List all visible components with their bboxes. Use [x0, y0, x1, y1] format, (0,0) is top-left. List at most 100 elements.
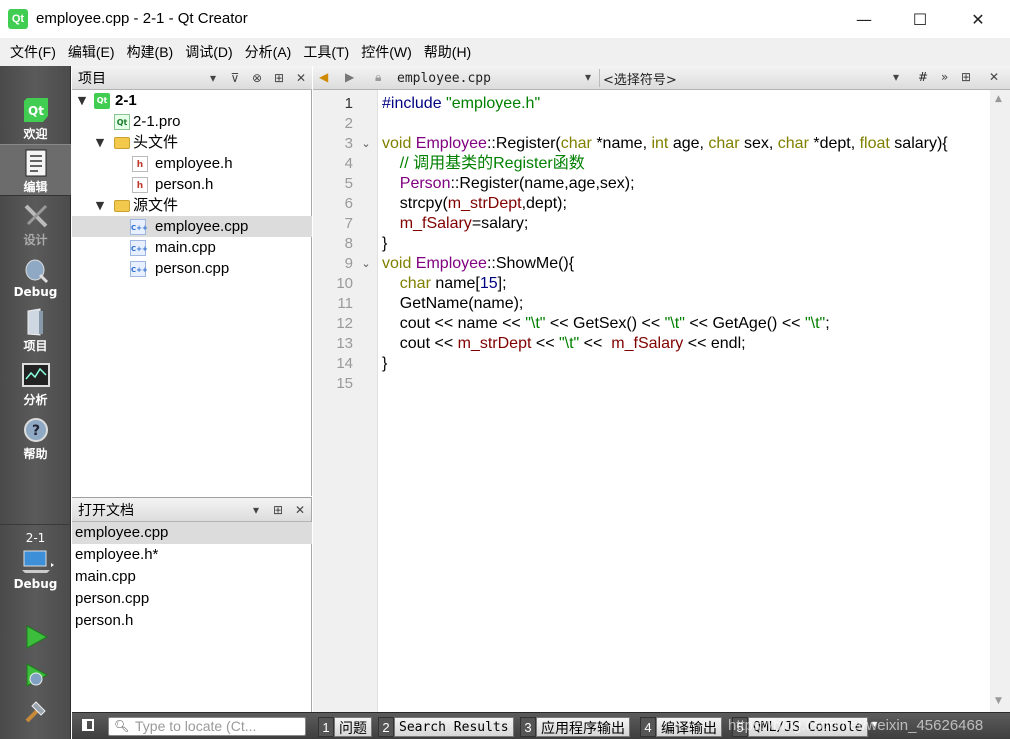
- open-doc-item[interactable]: main.cpp: [72, 566, 312, 588]
- expand-arrow-icon[interactable]: ▼: [76, 90, 88, 111]
- output-tab-issues[interactable]: 1 问题: [318, 717, 372, 737]
- menu-help[interactable]: 帮助(H): [418, 42, 477, 62]
- open-doc-item[interactable]: person.h: [72, 610, 312, 632]
- link-editor-icon[interactable]: ⊗: [246, 71, 268, 85]
- toggle-sidebar-icon[interactable]: [82, 719, 94, 731]
- split-icon[interactable]: ⊞: [268, 71, 290, 85]
- debug-bug-icon: [21, 256, 51, 284]
- code-token: "employee.h": [446, 95, 541, 112]
- code-token: Employee: [415, 135, 487, 152]
- back-arrow-icon[interactable]: ◀: [319, 70, 328, 84]
- code-line-10: char name[15];: [382, 274, 507, 294]
- tab-label: 问题: [334, 717, 372, 737]
- close-pane-icon[interactable]: ✕: [290, 71, 312, 85]
- line-number: 3: [344, 135, 353, 152]
- fold-marker-icon[interactable]: ⌄: [359, 254, 373, 274]
- close-button[interactable]: ✕: [950, 0, 1006, 38]
- tree-item-employee-h[interactable]: h employee.h: [72, 153, 312, 174]
- code-token: cout << name <<: [382, 315, 526, 332]
- expand-arrow-icon[interactable]: ▼: [94, 195, 106, 216]
- minimize-button[interactable]: —: [836, 0, 892, 38]
- tree-item-label: 2-1: [115, 92, 137, 109]
- maximize-button[interactable]: ☐: [892, 0, 948, 38]
- code-editor[interactable]: #include "employee.h" void Employee::Reg…: [379, 90, 989, 712]
- close-pane-icon[interactable]: ✕: [289, 503, 311, 517]
- open-doc-item[interactable]: employee.h*: [72, 544, 312, 566]
- tree-item-label: 2-1.pro: [133, 113, 181, 130]
- scroll-up-icon[interactable]: ▲: [995, 94, 1002, 104]
- run-icon[interactable]: [23, 624, 49, 650]
- forward-arrow-icon[interactable]: ▶: [345, 70, 354, 84]
- scroll-down-icon[interactable]: ▼: [995, 696, 1002, 706]
- code-line-7: m_fSalary=salary;: [382, 214, 529, 234]
- open-documents-pane: 打开文档 ▾ ⊞ ✕ employee.cpp employee.h* main…: [72, 497, 312, 712]
- tree-item-sources[interactable]: ▼ 源文件: [72, 195, 312, 216]
- code-line-12: cout << name << "\t" << GetSex() << "\t"…: [382, 314, 830, 334]
- menu-debug[interactable]: 调试(D): [179, 42, 238, 62]
- mode-projects[interactable]: 项目: [0, 304, 71, 356]
- locator-input[interactable]: 🔍︎ Type to locate (Ct...: [108, 717, 306, 736]
- hash-button[interactable]: #: [918, 70, 928, 84]
- mode-debug[interactable]: Debug: [0, 252, 71, 304]
- project-folder-icon: [21, 308, 51, 336]
- menu-widgets[interactable]: 控件(W): [355, 42, 418, 62]
- menu-analyze[interactable]: 分析(A): [239, 42, 298, 62]
- project-pane: 项目 ▾ ⊽ ⊗ ⊞ ✕ ▼ Qt 2-1 Qt 2-1.pro ▼ 头文件 h…: [72, 66, 312, 496]
- file-dropdown-icon[interactable]: ▾: [585, 70, 591, 84]
- editor-scrollbar[interactable]: ▲ ▼: [990, 90, 1010, 712]
- code-token: cout <<: [382, 335, 458, 352]
- mode-design[interactable]: 设计: [0, 198, 71, 250]
- output-tab-search-results[interactable]: 2 Search Results: [378, 717, 514, 737]
- output-tab-app-output[interactable]: 3 应用程序输出: [520, 717, 630, 737]
- more-icon[interactable]: »: [941, 70, 948, 84]
- open-doc-item[interactable]: employee.cpp: [72, 522, 312, 544]
- tree-item-project[interactable]: ▼ Qt 2-1: [72, 90, 312, 111]
- line-number: 14: [336, 355, 353, 372]
- cpp-file-icon: C++: [130, 240, 148, 256]
- tree-item-person-h[interactable]: h person.h: [72, 174, 312, 195]
- analyze-monitor-icon: [21, 362, 51, 390]
- view-dropdown-icon[interactable]: ▾: [245, 503, 267, 517]
- expand-arrow-icon[interactable]: ▼: [94, 132, 106, 153]
- close-editor-icon[interactable]: ✕: [989, 70, 999, 84]
- kit-selector[interactable]: 2-1 Debug: [0, 524, 71, 604]
- filter-icon[interactable]: ⊽: [224, 71, 246, 85]
- pro-file-icon: Qt: [114, 114, 130, 130]
- mode-analyze[interactable]: 分析: [0, 358, 71, 410]
- menu-file[interactable]: 文件(F): [4, 42, 62, 62]
- output-tab-compile-output[interactable]: 4 编译输出: [640, 717, 722, 737]
- fold-marker-icon[interactable]: ⌄: [359, 134, 373, 154]
- line-number: 4: [344, 155, 353, 172]
- code-token: "\t": [664, 315, 685, 332]
- tree-item-employee-cpp[interactable]: C++ employee.cpp: [72, 216, 312, 237]
- tree-item-headers[interactable]: ▼ 头文件: [72, 132, 312, 153]
- mode-label: 分析: [23, 393, 48, 407]
- code-line-13: cout << m_strDept << "\t" << m_fSalary <…: [382, 334, 746, 354]
- build-hammer-icon[interactable]: [23, 698, 49, 724]
- menu-build[interactable]: 构建(B): [121, 42, 180, 62]
- code-token: name[: [430, 275, 480, 292]
- tree-item-label: employee.h: [155, 155, 233, 172]
- tree-item-pro-file[interactable]: Qt 2-1.pro: [72, 111, 312, 132]
- symbol-dropdown-icon[interactable]: ▾: [893, 70, 899, 84]
- code-line-11: GetName(name);: [382, 295, 524, 312]
- menu-tools[interactable]: 工具(T): [297, 42, 355, 62]
- mode-help[interactable]: ? 帮助: [0, 412, 71, 464]
- line-number: 11: [337, 295, 353, 312]
- help-icon: ?: [21, 416, 51, 444]
- symbol-selector[interactable]: <选择符号>: [603, 69, 677, 88]
- tree-item-person-cpp[interactable]: C++ person.cpp: [72, 258, 312, 279]
- view-dropdown-icon[interactable]: ▾: [202, 71, 224, 85]
- mode-edit[interactable]: 编辑: [0, 144, 71, 196]
- locator-placeholder: Type to locate (Ct...: [135, 718, 257, 734]
- split-icon[interactable]: ⊞: [267, 503, 289, 517]
- mode-welcome[interactable]: Qt 欢迎: [0, 92, 71, 144]
- open-doc-item[interactable]: person.cpp: [72, 588, 312, 610]
- menu-edit[interactable]: 编辑(E): [62, 42, 121, 62]
- file-selector[interactable]: employee.cpp: [397, 71, 491, 86]
- tree-item-main-cpp[interactable]: C++ main.cpp: [72, 237, 312, 258]
- split-editor-icon[interactable]: ⊞: [961, 70, 971, 84]
- debug-run-icon[interactable]: [23, 662, 49, 688]
- code-token: "\t": [558, 335, 580, 352]
- code-token: sex,: [739, 135, 778, 152]
